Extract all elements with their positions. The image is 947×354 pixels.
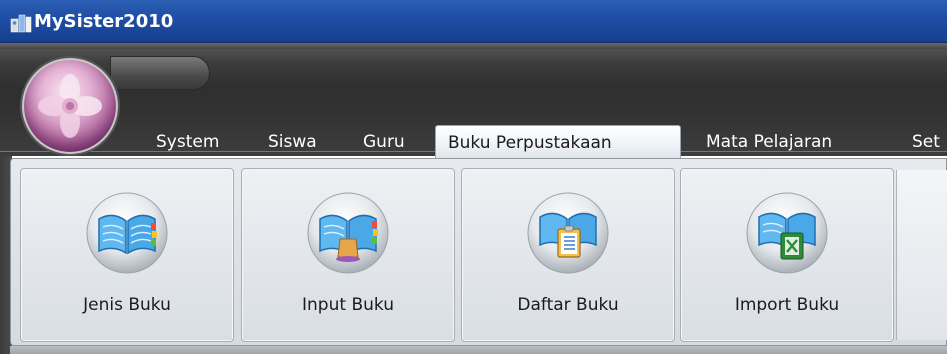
- quick-access-toolbar[interactable]: [110, 56, 210, 90]
- title-bar: MySister2010: [0, 0, 947, 43]
- tab-siswa[interactable]: Siswa: [268, 125, 317, 159]
- jenis-buku-label: Jenis Buku: [83, 295, 171, 315]
- tab-guru[interactable]: Guru: [363, 125, 405, 159]
- input-buku-label: Input Buku: [302, 295, 394, 315]
- book-input-icon: [306, 191, 390, 275]
- tab-set[interactable]: Set: [912, 125, 940, 159]
- import-buku-label: Import Buku: [734, 295, 840, 315]
- tab-mata-pelajaran[interactable]: Mata Pelajaran: [706, 125, 832, 159]
- window-title: MySister2010: [34, 11, 174, 32]
- application-orb-button[interactable]: [22, 58, 118, 154]
- book-list-icon: [526, 191, 610, 275]
- jenis-buku-button[interactable]: Jenis Buku: [20, 168, 234, 342]
- app-icon: [10, 14, 32, 33]
- tab-buku-perpustakaan[interactable]: Buku Perpustakaan: [435, 125, 681, 159]
- ribbon-group-area: [896, 170, 947, 340]
- open-book-icon: [85, 191, 169, 275]
- ribbon-bottom-border: [10, 346, 947, 354]
- import-buku-button[interactable]: Import Buku: [680, 168, 894, 342]
- daftar-buku-label: Daftar Buku: [517, 295, 619, 315]
- tab-system[interactable]: System: [156, 125, 219, 159]
- book-import-excel-icon: [745, 191, 829, 275]
- input-buku-button[interactable]: Input Buku: [241, 168, 455, 342]
- daftar-buku-button[interactable]: Daftar Buku: [461, 168, 675, 342]
- flower-logo-icon: [38, 74, 102, 138]
